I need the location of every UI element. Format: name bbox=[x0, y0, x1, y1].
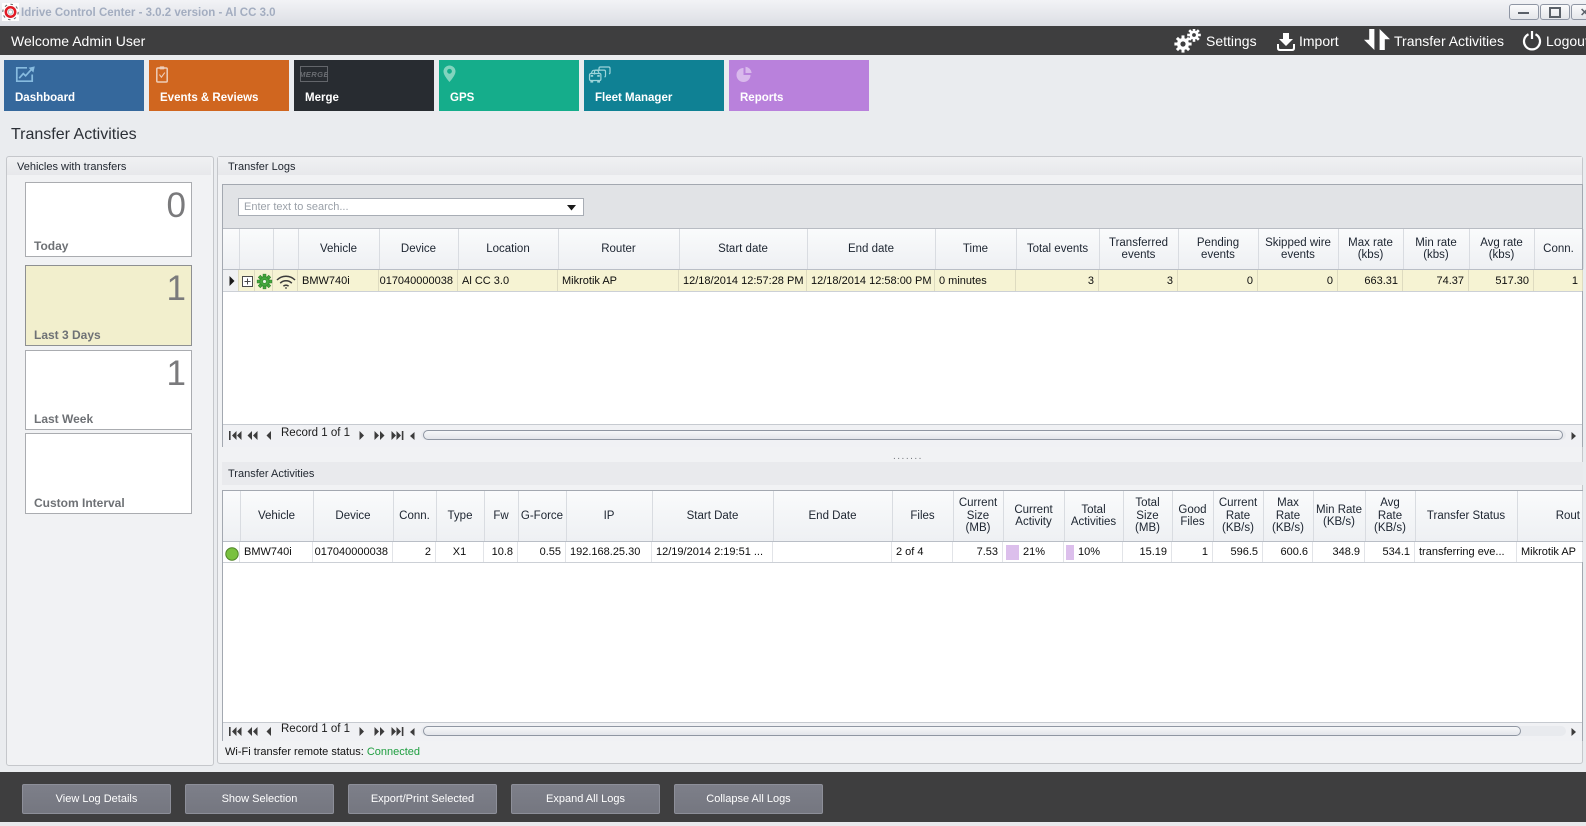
svg-text:MERGE: MERGE bbox=[300, 70, 328, 79]
